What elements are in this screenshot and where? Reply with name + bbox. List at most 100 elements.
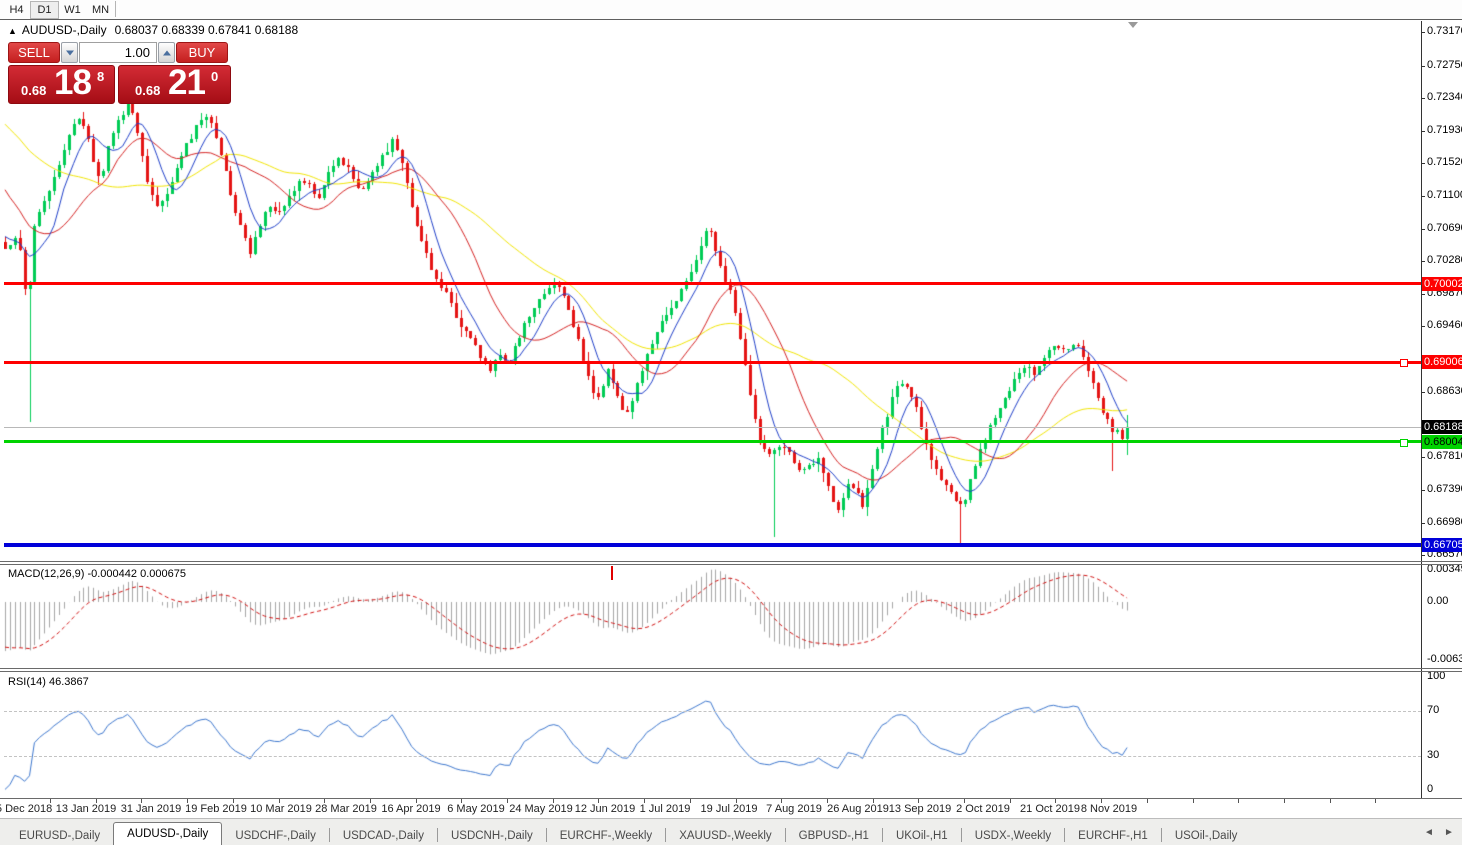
panel-separator[interactable] [0,561,1462,562]
price-tag: 0.69006 [1422,355,1462,370]
price-axis-tick [1421,522,1425,524]
line-handle[interactable] [1400,438,1408,447]
price-axis-tick [1421,326,1425,328]
panel-separator[interactable] [0,671,1462,672]
tab-scroll-left-icon[interactable]: ◄ [1424,827,1434,838]
price-tag: 0.68004 [1422,434,1462,449]
price-axis-label: 0.72340 [1427,91,1462,104]
time-axis-tick [1101,799,1102,803]
time-axis-label: 21 Oct 2019 [1020,803,1080,815]
horizontal-line-object[interactable] [4,542,1421,547]
tab-usdcnh-daily[interactable]: USDCNH-,Daily [438,826,546,845]
horizontal-line-object[interactable] [4,440,1421,444]
arrow-down-icon [65,50,74,55]
price-axis-tick [1421,555,1425,557]
rsi-indicator-label: RSI(14) 46.3867 [8,676,89,688]
buy-price-main: 21 [168,63,206,102]
tab-audusd-daily[interactable]: AUDUSD-,Daily [113,822,223,845]
time-axis-tick [141,799,142,803]
price-axis-label: 0.73170 [1427,25,1462,38]
time-axis-label: 10 Mar 2019 [250,803,312,815]
time-axis-tick [598,799,599,803]
tab-usdcad-daily[interactable]: USDCAD-,Daily [330,826,437,845]
price-axis-tick [1421,457,1425,459]
time-axis-tick [1193,799,1194,803]
time-axis-tick [1238,799,1239,803]
macd-axis-label: 0.00349 [1427,563,1462,576]
tab-eurusd-daily[interactable]: EURUSD-,Daily [6,826,113,845]
time-axis-label: 1 Jul 2019 [639,803,691,815]
volume-decrease-button[interactable] [61,42,78,63]
macd-canvas[interactable] [4,564,1421,668]
time-axis-label: 24 May 2019 [509,803,573,815]
time-axis-tick [1284,799,1285,803]
price-axis-label: 0.70280 [1427,254,1462,267]
sell-price-tile[interactable]: 0.68 18 8 [8,63,115,104]
time-axis-tick [279,799,280,803]
timeframe-button-h4[interactable]: H4 [2,1,31,19]
tab-eurchf-weekly[interactable]: EURCHF-,Weekly [547,826,665,845]
time-axis-tick [873,799,874,803]
sell-button[interactable]: SELL [8,42,60,63]
time-axis-tick [324,799,325,803]
collapse-arrow-icon[interactable]: ▲ [8,26,17,36]
price-axis-line [1421,21,1422,798]
timeframe-button-w1[interactable]: W1 [58,1,87,19]
buy-button[interactable]: BUY [176,42,228,63]
price-tag: 0.66705 [1422,537,1462,552]
price-tag: 0.70002 [1422,276,1462,291]
tab-xauusd-weekly[interactable]: XAUUSD-,Weekly [666,826,784,845]
time-axis-tick [1055,799,1056,803]
horizontal-line-object[interactable] [4,282,1421,285]
time-axis-tick [1330,799,1331,803]
tab-usdx-weekly[interactable]: USDX-,Weekly [962,826,1064,845]
rsi-level-line [4,710,1421,712]
horizontal-line-object[interactable] [4,360,1421,364]
chart-tab-bar: EURUSD-,Daily AUDUSD-,Daily USDCHF-,Daily U… [0,818,1462,845]
macd-event-marker [611,566,613,580]
price-axis-label: 0.70690 [1427,221,1462,234]
volume-input[interactable] [79,42,157,63]
tab-scroll-right-icon[interactable]: ► [1444,827,1454,838]
time-axis-tick [690,799,691,803]
tab-usoil-daily[interactable]: USOil-,Daily [1162,826,1251,845]
price-axis-label: 0.71100 [1427,189,1462,202]
time-axis-label: 19 Jul 2019 [700,803,758,815]
toolbar-separator [115,1,119,17]
time-axis-border [0,798,1462,799]
rsi-axis-label: 0 [1427,783,1434,795]
tab-ukoil-h1[interactable]: UKOil-,H1 [883,826,961,845]
time-axis-tick [736,799,737,803]
price-axis-tick [1421,98,1425,100]
chart-title: ▲ AUDUSD-,Daily 0.68037 0.68339 0.67841 0.… [8,23,298,37]
time-axis-tick [416,799,417,803]
price-axis-tick [1421,65,1425,67]
volume-increase-button[interactable] [158,42,175,63]
horizontal-line-object[interactable] [4,426,1421,428]
rsi-canvas[interactable] [4,672,1421,798]
chart-tabs: EURUSD-,Daily AUDUSD-,Daily USDCHF-,Daily U… [6,820,1250,845]
time-axis-label: 2 Oct 2019 [956,803,1010,815]
tab-gbpusd-h1[interactable]: GBPUSD-,H1 [786,826,882,845]
price-axis-tick [1421,293,1425,295]
tab-usdchf-daily[interactable]: USDCHF-,Daily [222,826,329,845]
price-axis-tick [1421,392,1425,394]
price-axis-label: 0.67390 [1427,483,1462,496]
chart-window: ▲ AUDUSD-,Daily 0.68037 0.68339 0.67841 0.… [0,20,1462,817]
macd-indicator-label: MACD(12,26,9) -0.000442 0.000675 [8,568,186,580]
time-axis-tick [644,799,645,803]
timeframe-button-d1[interactable]: D1 [30,1,59,19]
tab-eurchf-h1[interactable]: EURCHF-,H1 [1065,826,1161,845]
trading-terminal: H4 D1 W1 MN ▲ AUDUSD-,Daily 0.68037 0.68339 0… [0,0,1462,845]
buy-price-tile[interactable]: 0.68 21 0 [118,63,231,104]
line-handle[interactable] [1400,359,1408,368]
price-axis-label: 0.67810 [1427,450,1462,463]
time-axis-label: 31 Jan 2019 [120,803,182,815]
panel-separator[interactable] [0,668,1462,669]
panel-separator[interactable] [0,564,1462,565]
time-axis-label: 25 Dec 2018 [0,803,53,815]
macd-axis-label: -0.00637 [1427,652,1462,665]
time-axis-label: 26 Aug 2019 [827,803,889,815]
timeframe-button-mn[interactable]: MN [86,1,115,19]
chart-shift-marker-icon[interactable] [1128,22,1138,28]
